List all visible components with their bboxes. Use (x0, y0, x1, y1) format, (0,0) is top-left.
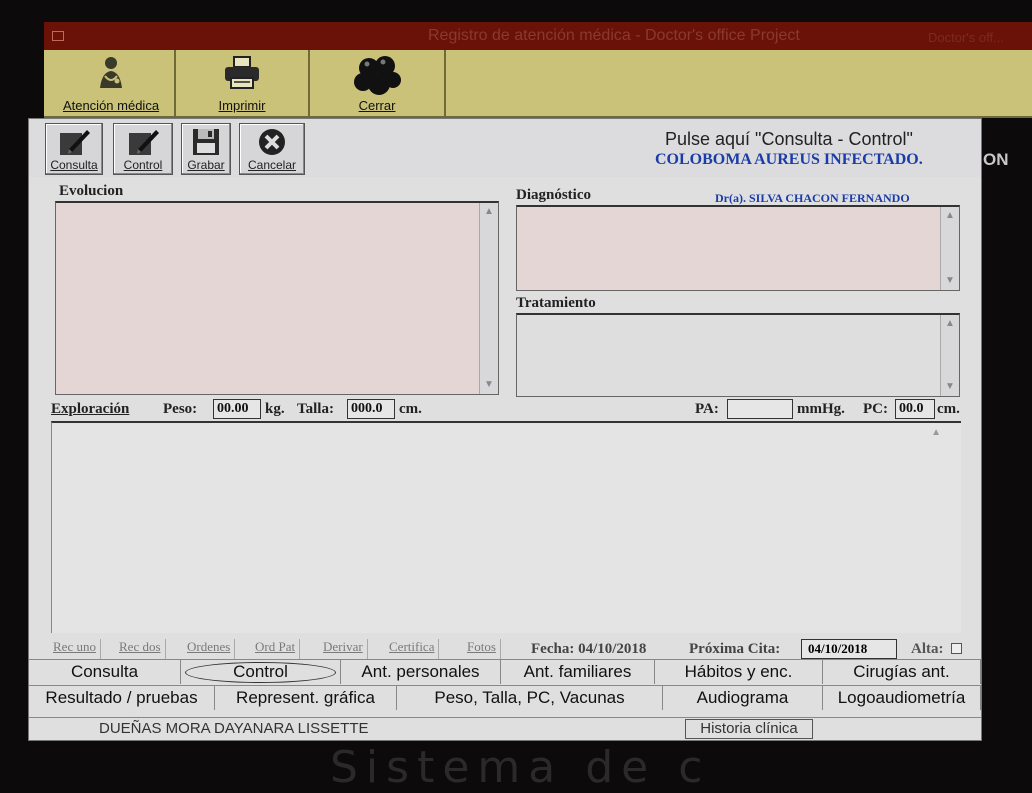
talla-label: Talla: (297, 401, 334, 417)
status-bar: DUEÑAS MORA DAYANARA LISSETTE Historia c… (29, 717, 981, 740)
doctor-icon (100, 57, 122, 88)
doctor-name: Dr(a). SILVA CHACON FERNANDO (715, 191, 910, 205)
talla-unit: cm. (399, 401, 422, 417)
pa-input[interactable] (727, 399, 793, 419)
atencion-medica-label: Atención médica (62, 98, 160, 113)
cancelar-label: Cancelar (247, 158, 297, 172)
grabar-button[interactable]: Grabar (181, 123, 231, 175)
tabs-row-1: Consulta Control Ant. personales Ant. fa… (29, 659, 981, 684)
rec-dos-tab[interactable]: Rec dos (119, 639, 166, 659)
scroll-up-icon[interactable]: ▲ (480, 205, 498, 219)
evolucion-textarea[interactable]: ▲ ▼ (55, 201, 499, 395)
background-wallpaper-text: Sistema de c (330, 742, 711, 793)
peso-input[interactable]: 00.00 (213, 399, 261, 419)
exploracion-textarea[interactable]: ▲ (51, 421, 961, 633)
save-icon (193, 129, 219, 155)
evolucion-scrollbar[interactable]: ▲ ▼ (479, 203, 498, 394)
imprimir-label: Imprimir (218, 98, 266, 113)
alta-checkbox[interactable] (951, 643, 962, 654)
background-side-text: ON (983, 150, 1009, 169)
scroll-up-icon[interactable]: ▲ (931, 427, 941, 438)
derivar-tab[interactable]: Derivar (323, 639, 368, 659)
tab-ant-personales[interactable]: Ant. personales (341, 660, 501, 684)
tab-control[interactable]: Control (181, 660, 341, 684)
pc-unit: cm. (937, 401, 960, 417)
tab-cirugias[interactable]: Cirugías ant. (823, 660, 981, 684)
edit-icon (129, 130, 159, 155)
diagnostico-textarea[interactable]: ▲ ▼ (516, 205, 960, 291)
pc-input[interactable]: 00.0 (895, 399, 935, 419)
diagnosis-heading: COLOBOMA AUREUS INFECTADO. (655, 151, 923, 168)
cancel-icon (259, 129, 285, 155)
fecha-text: Fecha: 04/10/2018 (531, 641, 647, 657)
fotos-tab[interactable]: Fotos (467, 639, 501, 659)
pa-label: PA: (695, 401, 719, 417)
window-title: Registro de atención médica - Doctor's o… (428, 27, 800, 44)
exploracion-label: Exploración (51, 401, 130, 417)
tab-represent-grafica[interactable]: Represent. gráfica (215, 686, 397, 710)
tab-resultado-pruebas[interactable]: Resultado / pruebas (29, 686, 215, 710)
tab-ant-familiares[interactable]: Ant. familiares (501, 660, 655, 684)
proxima-cita-input[interactable]: 04/10/2018 (801, 639, 897, 659)
peso-unit: kg. (265, 401, 285, 417)
tab-logoaudiometria[interactable]: Logoaudiometría (823, 686, 981, 710)
historia-clinica-button[interactable]: Historia clínica (685, 719, 813, 739)
window-title-right: Doctor's off... (928, 30, 1004, 45)
pc-label: PC: (863, 401, 888, 417)
diagnostico-scrollbar[interactable]: ▲ ▼ (940, 207, 959, 290)
exploracion-row: Exploración Peso: 00.00 kg. Talla: 000.0… (51, 399, 961, 421)
scroll-down-icon[interactable]: ▼ (941, 380, 959, 394)
scroll-up-icon[interactable]: ▲ (941, 209, 959, 223)
scroll-up-icon[interactable]: ▲ (941, 317, 959, 331)
control-label: Control (123, 158, 163, 172)
close-cluster-icon (354, 56, 401, 95)
scroll-down-icon[interactable]: ▼ (941, 274, 959, 288)
main-toolbar: Atención médica Imprimir Cerrar (44, 50, 1032, 118)
tabs-row-2: Resultado / pruebas Represent. gráfica P… (29, 685, 981, 710)
alta-label: Alta: (911, 641, 944, 657)
proxima-cita-label: Próxima Cita: (689, 641, 781, 657)
talla-input[interactable]: 000.0 (347, 399, 395, 419)
tab-consulta[interactable]: Consulta (29, 660, 181, 684)
ordenes-tab[interactable]: Ordenes (187, 639, 236, 659)
edit-icon (60, 130, 90, 155)
consulta-button[interactable]: Consulta (45, 123, 103, 175)
pa-unit: mmHg. (797, 401, 845, 417)
grabar-label: Grabar (187, 158, 225, 172)
scroll-down-icon[interactable]: ▼ (480, 378, 498, 392)
tab-peso-talla-pc-vacunas[interactable]: Peso, Talla, PC, Vacunas (397, 686, 663, 710)
patient-name: DUEÑAS MORA DAYANARA LISSETTE (99, 720, 369, 737)
tab-habitos[interactable]: Hábitos y enc. (655, 660, 823, 684)
consultation-window: Consulta Control Grabar Cancelar Pulse a… (28, 118, 982, 741)
tratamiento-scrollbar[interactable]: ▲ ▼ (940, 315, 959, 396)
cerrar-label: Cerrar (358, 98, 396, 113)
system-menu-icon[interactable] (52, 31, 64, 41)
evolucion-label: Evolucion (59, 183, 124, 199)
cerrar-button[interactable]: Cerrar (310, 50, 446, 116)
diagnostico-label: Diagnóstico (516, 187, 591, 203)
consulta-control-hint[interactable]: Pulse aquí "Consulta - Control" (665, 129, 913, 150)
tratamiento-textarea[interactable]: ▲ ▼ (516, 313, 960, 397)
tratamiento-label: Tratamiento (516, 295, 596, 311)
tab-audiograma[interactable]: Audiograma (663, 686, 823, 710)
rec-uno-tab[interactable]: Rec uno (53, 639, 101, 659)
sub-toolbar: Consulta Control Grabar Cancelar Pulse a… (29, 119, 981, 177)
ord-pat-tab[interactable]: Ord Pat (255, 639, 301, 659)
atencion-medica-button[interactable]: Atención médica (48, 50, 176, 116)
printer-icon (225, 56, 259, 89)
certifica-tab[interactable]: Certifica (389, 639, 440, 659)
cancelar-button[interactable]: Cancelar (239, 123, 305, 175)
imprimir-button[interactable]: Imprimir (176, 50, 310, 116)
control-button[interactable]: Control (113, 123, 173, 175)
peso-label: Peso: (163, 401, 198, 417)
consulta-label: Consulta (50, 158, 98, 172)
window-titlebar: Registro de atención médica - Doctor's o… (44, 22, 1032, 50)
